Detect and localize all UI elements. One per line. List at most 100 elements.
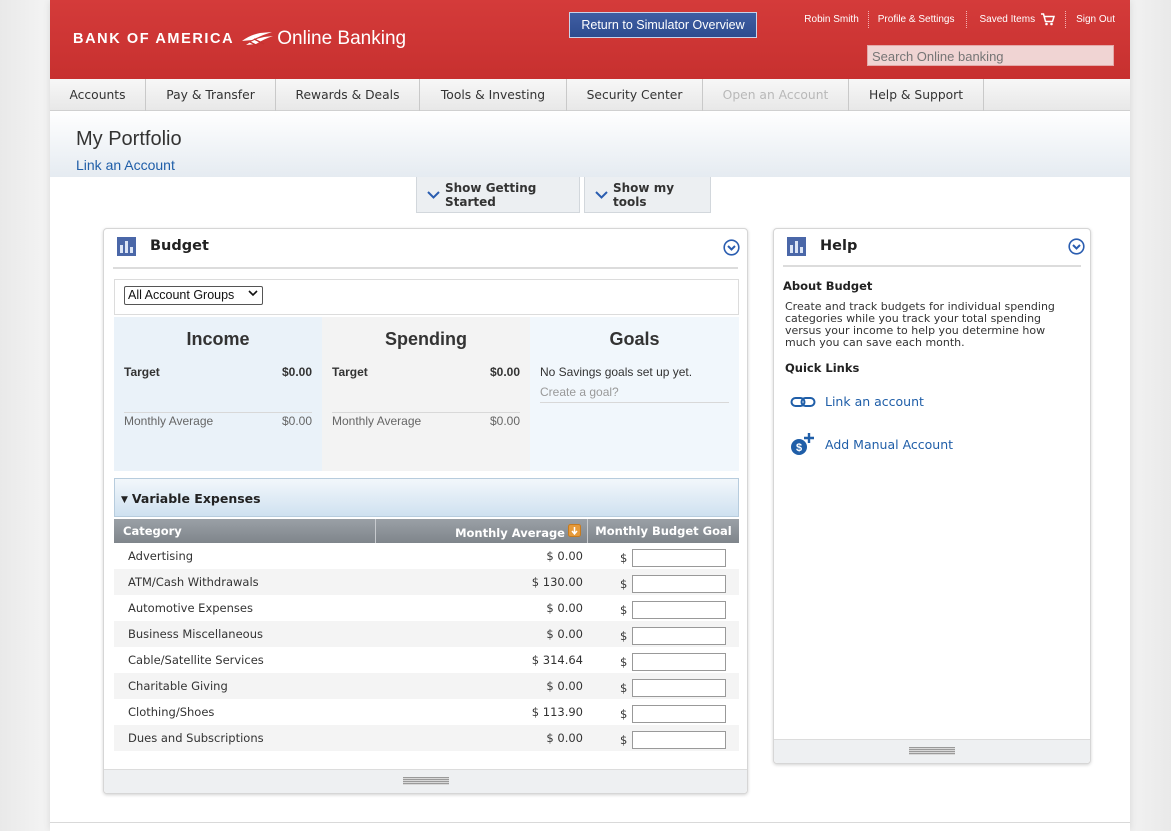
average-cell: $ 314.64 [531,653,583,667]
triangle-down-icon: ▼ [121,495,128,505]
nav-accounts[interactable]: Accounts [50,79,146,111]
currency-symbol: $ [620,628,628,643]
budget-goal-input[interactable] [632,652,727,671]
shopping-cart-icon[interactable] [1040,13,1056,26]
budget-goal-input[interactable] [632,600,727,619]
average-cell: $ 0.00 [546,601,583,615]
show-my-tools-button[interactable]: Show my tools [584,177,711,213]
currency-symbol: $ [620,602,628,617]
table-row: Automotive Expenses $ 0.00 $ [114,595,739,621]
goal-cell: $ [588,650,739,671]
goals-title: Goals [609,329,660,349]
add-money-icon: $ [791,433,814,455]
spending-average-value: $0.00 [489,414,520,428]
budget-goal-input[interactable] [632,548,727,567]
title-band: My Portfolio Link an Account [50,111,1130,177]
chain-link-icon [790,396,816,407]
resize-handle-icon[interactable] [909,747,955,755]
nav-help-support[interactable]: Help & Support [849,79,984,111]
budget-panel-footer [104,769,747,793]
flag-logo-icon [242,32,274,47]
table-row: ATM/Cash Withdrawals $ 130.00 $ [114,569,739,595]
top-links: Robin Smith Profile & Settings Saved Ite… [804,11,1115,28]
budget-goal-input[interactable] [632,574,727,593]
divider [540,402,729,403]
average-cell: $ 0.00 [546,679,583,693]
spending-target-label: Target [332,365,368,379]
user-name: Robin Smith [804,14,859,25]
expenses-table-header: Category Monthly Average Monthly Budget … [114,519,739,543]
average-cell: $ 113.90 [531,705,583,719]
table-row: Cable/Satellite Services $ 314.64 $ [114,647,739,673]
help-body: About Budget Create and track budgets fo… [783,279,1078,375]
goals-summary: Goals No Savings goals set up yet. Creat… [530,317,739,471]
nav-security-center[interactable]: Security Center [567,79,703,111]
currency-symbol: $ [620,654,628,669]
logo-product: Online Banking [277,28,407,49]
income-target-label: Target [124,365,160,379]
currency-symbol: $ [620,550,628,565]
link-account-quicklink[interactable]: Link an account [790,394,924,409]
sort-icon[interactable] [568,523,581,537]
category-cell: Automotive Expenses [128,601,253,615]
budget-chart-icon [117,237,136,256]
variable-expenses-header[interactable]: ▼ Variable Expenses [114,478,739,517]
goal-cell: $ [588,598,739,619]
divider [966,11,968,28]
bank-logo[interactable]: BANK OF AMERICA Online Banking [73,24,406,54]
help-panel-footer [774,739,1090,763]
budget-goal-input[interactable] [632,626,727,645]
table-row: Dues and Subscriptions $ 0.00 $ [114,725,739,751]
column-monthly-budget-goal[interactable]: Monthly Budget Goal [588,519,739,543]
category-cell: Cable/Satellite Services [128,653,264,667]
page-title: My Portfolio [76,128,182,150]
about-budget-text: Create and track budgets for individual … [785,300,1055,349]
budget-panel-header: Budget [113,229,740,269]
quick-links-title: Quick Links [785,361,860,375]
budget-goal-input[interactable] [632,730,727,749]
column-monthly-average[interactable]: Monthly Average [376,519,588,543]
income-average-label: Monthly Average [124,414,214,428]
goal-cell: $ [588,676,739,697]
collapse-icon[interactable] [723,239,740,256]
collapse-icon[interactable] [1068,238,1085,255]
category-cell: Advertising [128,549,194,563]
nav-tools-investing[interactable]: Tools & Investing [420,79,567,111]
category-cell: Clothing/Shoes [128,705,215,719]
chevron-down-icon [595,188,608,202]
saved-items-link[interactable]: Saved Items [979,14,1035,25]
average-cell: $ 0.00 [546,627,583,641]
budget-title: Budget [150,238,209,254]
goal-cell: $ [588,624,739,645]
account-group-select[interactable]: All Account Groups [124,286,263,305]
search-input[interactable] [867,45,1114,66]
account-group-value: All Account Groups [128,288,235,302]
category-cell: Dues and Subscriptions [128,731,264,745]
budget-goal-input[interactable] [632,704,727,723]
goal-cell: $ [588,546,739,567]
create-goal-link[interactable]: Create a goal? [540,385,619,399]
spending-average-label: Monthly Average [332,414,422,428]
help-title: Help [820,238,858,254]
sign-out-link[interactable]: Sign Out [1076,14,1115,25]
category-cell: Business Miscellaneous [128,627,263,641]
add-manual-account-quicklink[interactable]: $ Add Manual Account [790,431,953,457]
link-an-account-link[interactable]: Link an Account [76,157,175,173]
page-container: BANK OF AMERICA Online Banking Return to… [50,0,1130,831]
return-to-simulator-button[interactable]: Return to Simulator Overview [569,12,757,38]
resize-handle-icon[interactable] [402,777,449,785]
divider [1065,11,1067,28]
nav-rewards-deals[interactable]: Rewards & Deals [276,79,420,111]
column-category[interactable]: Category [114,519,376,543]
show-my-tools-label: Show my tools [613,180,675,209]
currency-symbol: $ [620,576,628,591]
nav-pay-transfer[interactable]: Pay & Transfer [146,79,276,111]
divider [50,822,1130,823]
variable-expenses-label: Variable Expenses [131,491,261,506]
income-summary: Income Target $0.00 Monthly Average $0.0… [114,317,322,471]
table-row: Charitable Giving $ 0.00 $ [114,673,739,699]
show-getting-started-button[interactable]: Show Getting Started [416,177,580,213]
account-group-row: All Account Groups [114,279,739,315]
profile-settings-link[interactable]: Profile & Settings [878,14,955,25]
budget-goal-input[interactable] [632,678,727,697]
